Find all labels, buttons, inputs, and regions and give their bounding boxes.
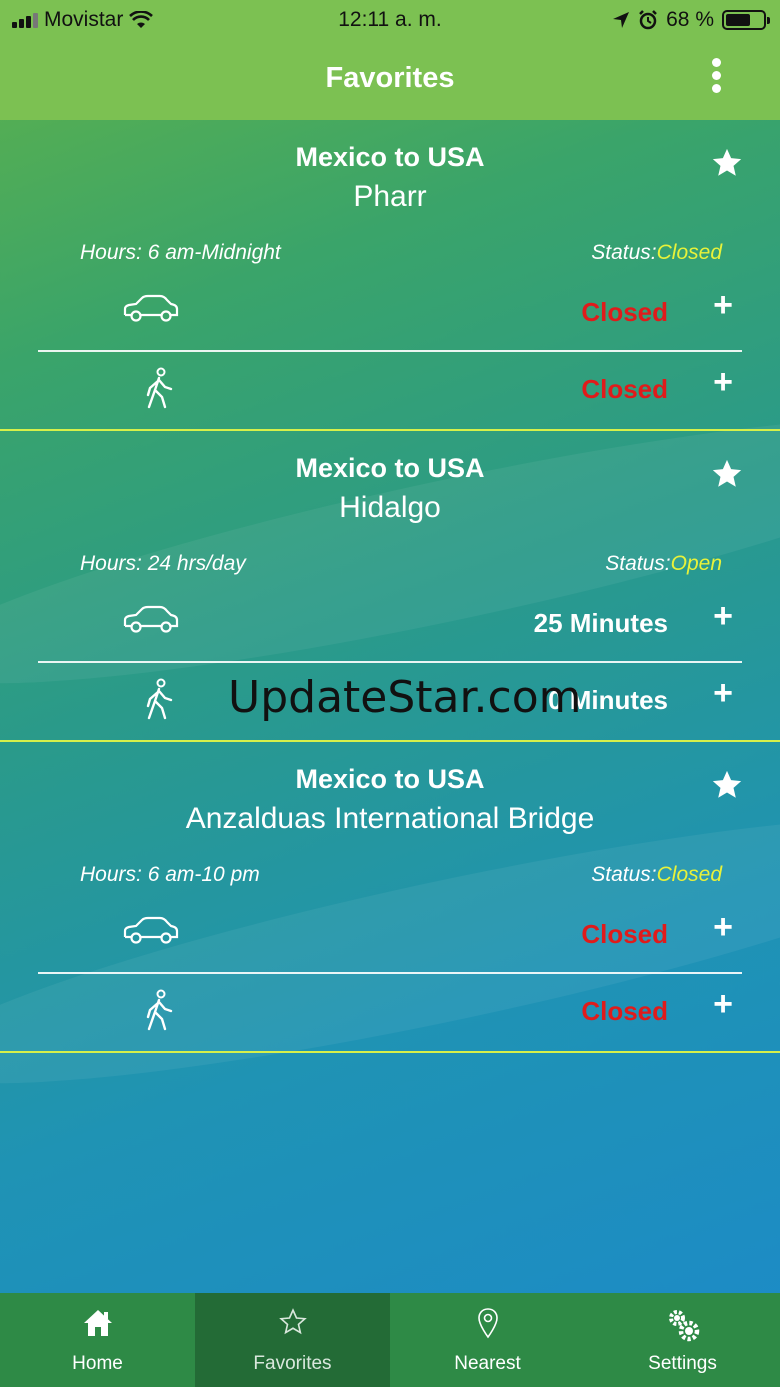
location-arrow-icon (613, 12, 630, 28)
bridge-name: Anzalduas International Bridge (185, 802, 595, 835)
hours-label: Hours: (80, 863, 142, 886)
star-icon[interactable] (710, 146, 744, 180)
car-icon (123, 916, 179, 944)
tab-bar: Home Favorites Nearest Settings (0, 1293, 780, 1387)
hours-info: Hours: 6 am-10 pm (80, 863, 260, 887)
expand-pedestrian-button[interactable]: + (708, 676, 738, 710)
bridge-name: Hidalgo (339, 491, 441, 524)
status-value: Closed (656, 241, 722, 264)
tab-label: Settings (648, 1353, 717, 1374)
status-value: Closed (656, 863, 722, 886)
hours-value: 24 hrs/day (147, 552, 246, 575)
direction-label: Mexico to USA (295, 764, 485, 794)
pedestrian-wait-time: Closed (581, 996, 668, 1026)
alarm-icon (639, 10, 658, 30)
pedestrian-lane-row: Closed + (38, 981, 742, 1051)
car-lane-row: Closed + (38, 904, 742, 974)
tab-label: Favorites (253, 1353, 332, 1374)
pedestrian-lane-row: Closed + (38, 359, 742, 429)
car-wait-time: Closed (581, 919, 668, 949)
app-header: Movistar 12:11 a. m. 68 % Favorites (0, 0, 780, 120)
tab-label: Home (72, 1353, 123, 1374)
star-icon[interactable] (710, 457, 744, 491)
watermark-text: UpdateStar.com (228, 672, 582, 723)
direction-label: Mexico to USA (295, 453, 485, 483)
pedestrian-icon (146, 989, 173, 1031)
star-outline-icon (278, 1308, 307, 1335)
favorite-card: Mexico to USA Pharr Hours: 6 am-Midnight… (0, 120, 780, 431)
status-label: Status: (591, 241, 657, 264)
hours-info: Hours: 24 hrs/day (80, 552, 246, 576)
car-icon (123, 605, 179, 633)
expand-car-button[interactable]: + (708, 599, 738, 633)
hours-value: 6 am-10 pm (147, 863, 260, 886)
pedestrian-wait-time: Closed (581, 374, 668, 404)
tab-home[interactable]: Home (0, 1293, 195, 1387)
pedestrian-icon (146, 678, 173, 720)
tab-favorites[interactable]: Favorites (195, 1293, 390, 1387)
star-icon[interactable] (710, 768, 744, 802)
tab-label: Nearest (454, 1353, 521, 1374)
favorite-card: Mexico to USA Anzalduas International Br… (0, 742, 780, 1053)
status-bar: Movistar 12:11 a. m. 68 % (0, 0, 780, 40)
pedestrian-icon (146, 367, 173, 409)
car-icon (123, 294, 179, 322)
car-wait-time: Closed (581, 297, 668, 327)
expand-car-button[interactable]: + (708, 910, 738, 944)
more-options-icon[interactable] (708, 58, 724, 96)
home-icon (83, 1310, 112, 1336)
status-label: Status: (591, 863, 657, 886)
expand-pedestrian-button[interactable]: + (708, 365, 738, 399)
car-lane-row: Closed + (38, 282, 742, 352)
status-value: Open (670, 552, 722, 575)
status-info: Status:Closed (591, 863, 722, 887)
tab-nearest[interactable]: Nearest (390, 1293, 585, 1387)
expand-pedestrian-button[interactable]: + (708, 987, 738, 1021)
battery-percent: 68 % (666, 8, 714, 31)
hours-label: Hours: (80, 241, 142, 264)
battery-icon (722, 10, 770, 30)
status-info: Status:Closed (591, 241, 722, 265)
location-pin-icon (477, 1308, 498, 1339)
hours-value: 6 am-Midnight (147, 241, 281, 264)
expand-car-button[interactable]: + (708, 288, 738, 322)
bridge-name: Pharr (353, 180, 427, 213)
gears-icon (668, 1310, 699, 1342)
status-info: Status:Open (605, 552, 722, 576)
tab-settings[interactable]: Settings (585, 1293, 780, 1387)
direction-label: Mexico to USA (295, 142, 485, 172)
page-title: Favorites (325, 62, 455, 94)
hours-info: Hours: 6 am-Midnight (80, 241, 281, 265)
hours-label: Hours: (80, 552, 142, 575)
car-wait-time: 25 Minutes (533, 608, 668, 638)
car-lane-row: 25 Minutes + (38, 593, 742, 663)
status-label: Status: (605, 552, 671, 575)
